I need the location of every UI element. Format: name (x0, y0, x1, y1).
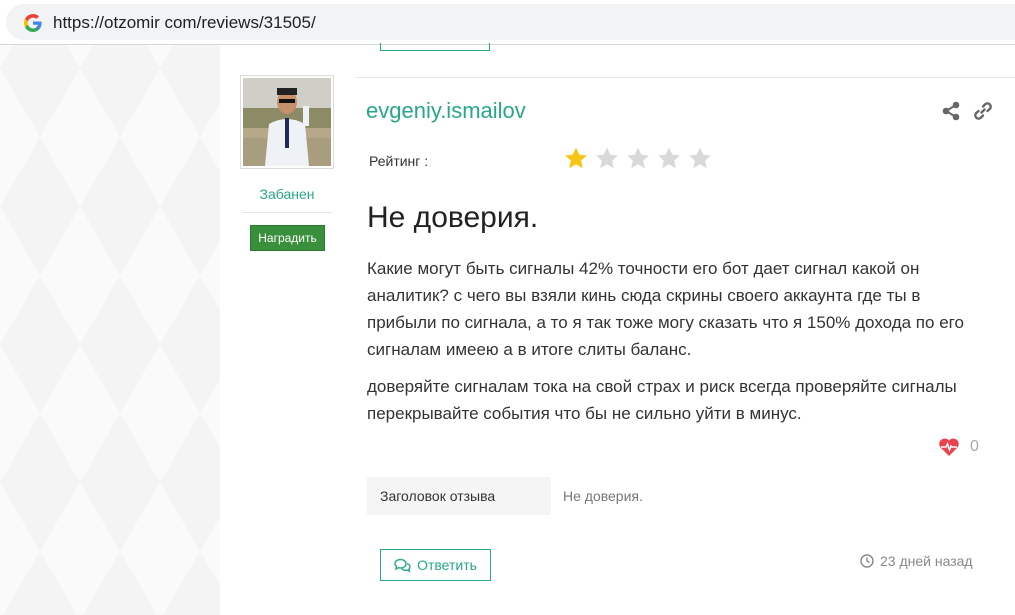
clock-icon (860, 554, 874, 568)
review-attributes-table: Заголовок отзыва Не доверия. (367, 477, 982, 515)
heart-icon[interactable] (938, 437, 960, 457)
time-ago-text: 23 дней назад (880, 553, 973, 569)
avatar[interactable] (240, 75, 334, 169)
star-filled-icon (565, 147, 587, 169)
google-g-icon (24, 14, 42, 32)
like-count: 0 (970, 438, 979, 455)
previous-reply-button-edge[interactable] (380, 43, 490, 51)
share-icon[interactable] (941, 101, 961, 121)
url-bar[interactable]: https://otzomir com/reviews/31505/ (6, 4, 1015, 40)
attribute-value: Не доверия. (563, 488, 643, 504)
review-body: Какие могут быть сигналы 42% точности ег… (367, 255, 987, 437)
review-card: Забанен Наградить evgeniy.ismailov Рейти… (220, 43, 1015, 615)
link-icon[interactable] (973, 101, 993, 121)
review-paragraph: доверяйте сигналам тока на свой страх и … (367, 377, 957, 423)
award-button[interactable]: Наградить (250, 225, 325, 251)
status-divider (242, 212, 332, 213)
reply-label: Ответить (417, 557, 477, 573)
review-title: Не доверия. (367, 201, 539, 234)
reply-button[interactable]: Ответить (380, 549, 491, 581)
likes: 0 (938, 437, 979, 457)
browser-address-bar: https://otzomir com/reviews/31505/ (0, 0, 1015, 44)
comments-icon (394, 558, 411, 573)
star-empty-icon (627, 147, 649, 169)
star-empty-icon (689, 147, 711, 169)
star-empty-icon (658, 147, 680, 169)
user-status: Забанен (259, 186, 315, 202)
attribute-name: Заголовок отзыва (367, 477, 551, 515)
review-divider (355, 77, 1015, 78)
star-empty-icon (596, 147, 618, 169)
user-photo (243, 78, 331, 166)
review-time: 23 дней назад (860, 553, 973, 569)
rating-stars (563, 146, 713, 172)
rating-label: Рейтинг : (369, 153, 429, 169)
url-text[interactable]: https://otzomir com/reviews/31505/ (53, 13, 316, 33)
review-paragraph: Какие могут быть сигналы 42% точности ег… (367, 259, 964, 359)
username-link[interactable]: evgeniy.ismailov (366, 98, 526, 124)
